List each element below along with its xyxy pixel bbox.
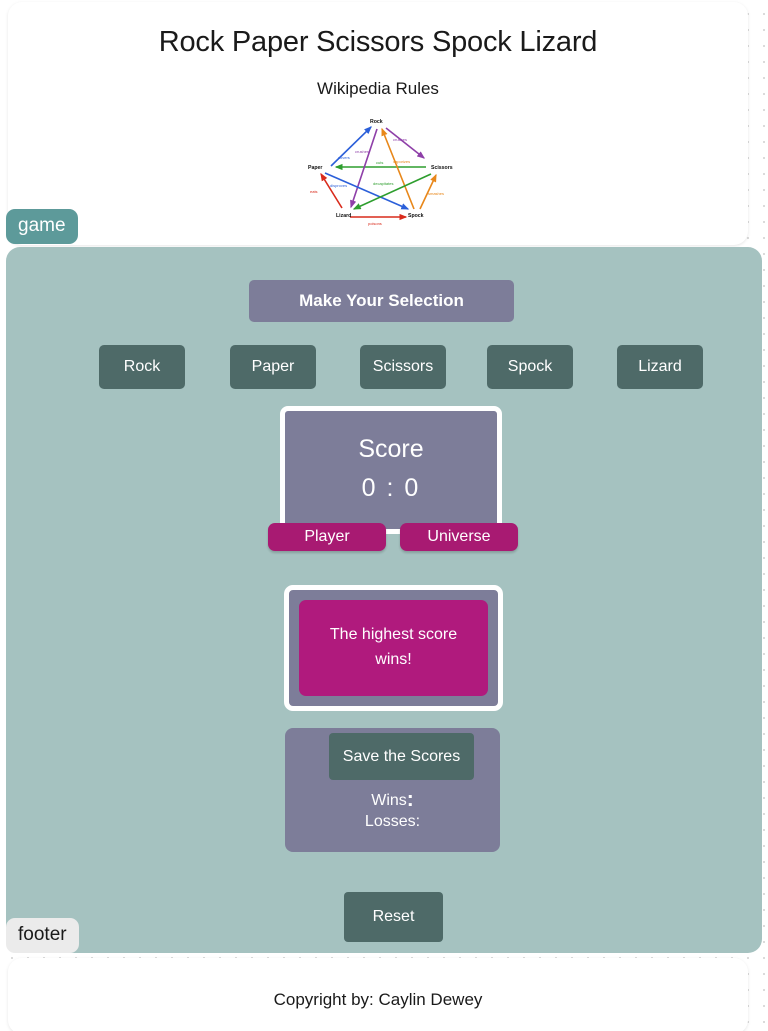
page-subtitle: Wikipedia Rules — [317, 79, 439, 98]
message-text: The highest score wins! — [299, 600, 488, 696]
score-tag-universe[interactable]: Universe — [400, 523, 518, 551]
svg-text:Scissors: Scissors — [431, 165, 453, 171]
choice-button-paper[interactable]: Paper — [230, 345, 316, 389]
svg-text:poisons: poisons — [368, 221, 382, 226]
footer-card: Copyright by: Caylin Dewey — [8, 958, 748, 1031]
svg-text:Spock: Spock — [408, 213, 424, 219]
svg-text:crushes: crushes — [393, 137, 407, 142]
section-tag-footer: footer — [6, 918, 79, 953]
svg-text:cuts: cuts — [376, 160, 383, 165]
svg-text:crushes: crushes — [355, 149, 369, 154]
score-tag-player[interactable]: Player — [268, 523, 386, 551]
rules-diagram: covers crushes cuts vaporizes crushes ea… — [298, 109, 458, 229]
choice-button-row: Rock Paper Scissors Spock Lizard — [6, 345, 762, 389]
svg-text:vaporizes: vaporizes — [393, 159, 410, 164]
game-panel: Make Your Selection Rock Paper Scissors … — [6, 247, 762, 953]
save-scores-button[interactable]: Save the Scores — [329, 733, 474, 780]
svg-text:Rock: Rock — [370, 119, 383, 125]
svg-text:decapitates: decapitates — [373, 181, 393, 186]
choice-button-spock[interactable]: Spock — [487, 345, 573, 389]
wins-colon: : — [406, 788, 414, 811]
score-board: Score 0 : 0 — [280, 406, 502, 534]
svg-text:covers: covers — [338, 155, 350, 160]
section-tag-game: game — [6, 209, 78, 244]
choice-button-lizard[interactable]: Lizard — [617, 345, 703, 389]
svg-text:eats: eats — [310, 189, 318, 194]
score-label: Score — [358, 435, 424, 463]
message-box: The highest score wins! — [284, 585, 503, 711]
choice-button-scissors[interactable]: Scissors — [360, 345, 446, 389]
save-scores-box: Save the Scores Wins: Losses: — [285, 728, 500, 852]
wins-label: Wins — [371, 792, 407, 809]
losses-label: Losses: — [364, 813, 421, 830]
svg-text:Paper: Paper — [308, 165, 322, 171]
svg-text:disproves: disproves — [330, 183, 347, 188]
choice-button-rock[interactable]: Rock — [99, 345, 185, 389]
svg-text:smashes: smashes — [428, 191, 444, 196]
reset-button[interactable]: Reset — [344, 892, 443, 942]
score-value: 0 : 0 — [361, 474, 421, 502]
page-title: Rock Paper Scissors Spock Lizard — [158, 26, 598, 58]
copyright-text: Copyright by: Caylin Dewey — [273, 990, 483, 1009]
score-tag-row: Player Universe — [6, 523, 762, 551]
svg-text:Lizard: Lizard — [336, 213, 351, 219]
wins-stat: Wins: — [285, 789, 500, 810]
header-card: Rock Paper Scissors Spock Lizard Wikiped… — [8, 2, 748, 245]
selection-banner: Make Your Selection — [249, 280, 514, 322]
losses-stat: Losses: — [285, 814, 500, 830]
